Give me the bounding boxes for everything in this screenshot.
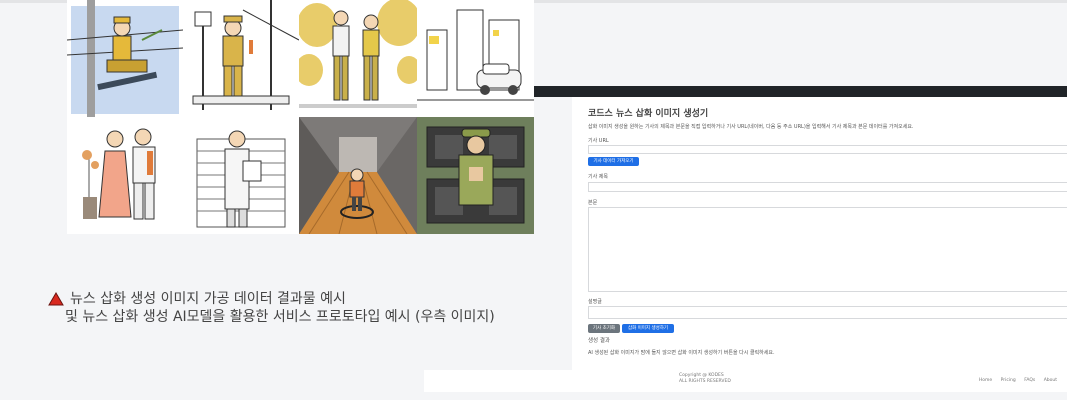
footer-link-pricing[interactable]: Pricing — [1001, 378, 1016, 383]
warning-triangle-icon — [48, 292, 64, 306]
man-reading-document-image — [183, 117, 299, 234]
generate-image-button[interactable]: 삽화 이미지 생성하기 — [622, 324, 674, 333]
footer-link-faqs[interactable]: FAQs — [1024, 378, 1035, 383]
footer-links: Home Pricing FAQs About — [972, 378, 1057, 383]
description-label: 설명글 — [588, 299, 602, 305]
page-title: 코드스 뉴스 삽화 이미지 생성기 — [588, 109, 709, 119]
result-label: 생성 결과 — [588, 338, 610, 344]
body-textarea[interactable] — [588, 207, 1067, 292]
url-label: 기사 URL — [588, 138, 609, 144]
url-input[interactable] — [588, 145, 1067, 154]
child-in-hallway-image — [299, 117, 417, 234]
left-margin — [534, 97, 572, 371]
reset-article-button[interactable]: 기사 초기화 — [588, 324, 620, 333]
caption-line-1: 뉴스 삽화 생성 이미지 가공 데이터 결과물 예시 — [70, 291, 346, 307]
headline-input[interactable] — [588, 182, 1067, 192]
browser-top-bar — [534, 86, 1067, 97]
result-hint: AI 생성된 삽화 이미지가 맘에 들지 않으면 삽화 이미지 생성하기 버튼을… — [588, 350, 775, 356]
couple-walking-image — [299, 0, 417, 117]
caption-line-2: 및 뉴스 삽화 생성 AI모델을 활용한 서비스 프로토타입 예시 (우측 이미… — [65, 309, 495, 325]
wedding-couple-image — [67, 117, 183, 234]
headline-label: 기사 제목 — [588, 174, 608, 180]
street-car-image — [417, 0, 534, 117]
body-label: 본문 — [588, 200, 598, 206]
rights-text: ALL RIGHTS RESERVED — [679, 379, 731, 384]
worker-at-sign-image — [183, 0, 299, 117]
prototype-screenshot: 코드스 뉴스 삽화 이미지 생성기 삽화 이미지 생성을 원하는 기사의 제목과… — [534, 86, 1067, 371]
page-description: 삽화 이미지 생성을 원하는 기사의 제목과 본문을 직접 입력하거나 기사 U… — [588, 124, 914, 130]
copyright-block: Copyright @ KODES ALL RIGHTS RESERVED — [679, 373, 731, 385]
description-input[interactable] — [588, 306, 1067, 319]
footer-link-about[interactable]: About — [1044, 378, 1057, 383]
footer-link-home[interactable]: Home — [979, 378, 992, 383]
guard-at-console-image — [417, 117, 534, 234]
illustration-grid — [67, 0, 534, 234]
footer: Copyright @ KODES ALL RIGHTS RESERVED Ho… — [424, 370, 1067, 392]
fetch-article-button[interactable]: 기사 데이터 가져오기 — [588, 157, 639, 166]
utility-worker-on-pole-image — [67, 0, 183, 117]
